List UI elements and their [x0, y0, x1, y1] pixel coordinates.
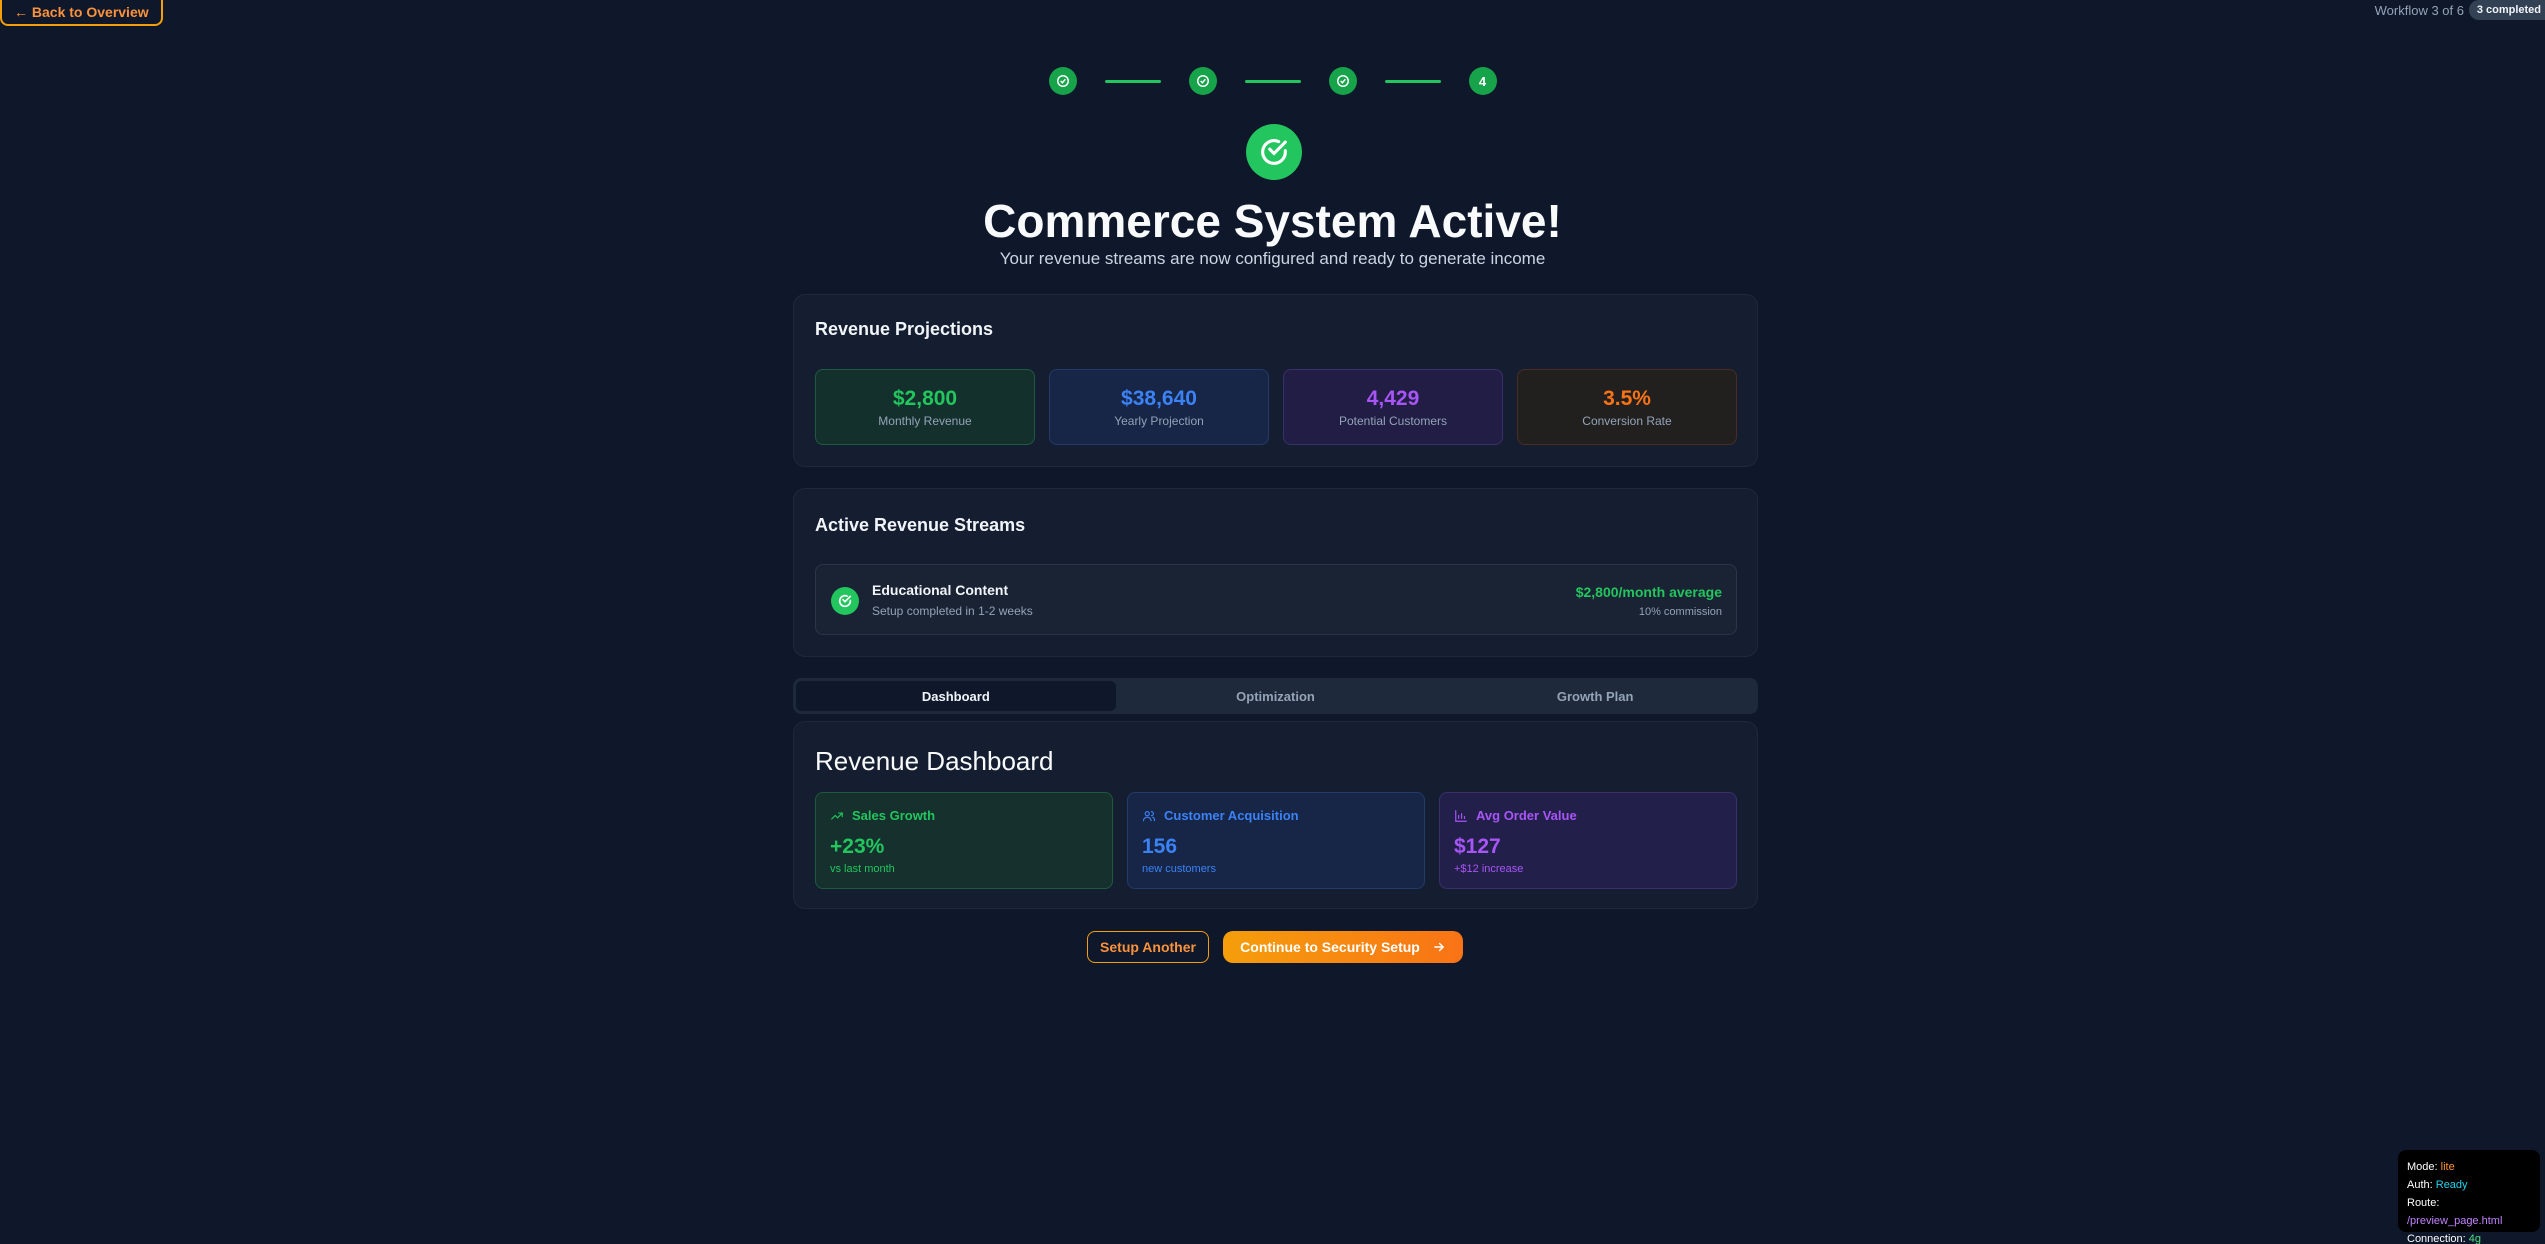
customer-acquisition-card: Customer Acquisition 156 new customers: [1127, 792, 1425, 889]
users-icon: [1142, 810, 1156, 821]
completed-badge: 3 completed: [2468, 0, 2545, 20]
trending-up-icon: [831, 812, 843, 819]
dashboard-tabs: Dashboard Optimization Growth Plan: [793, 678, 1758, 714]
card-heading: Sales Growth: [830, 808, 935, 823]
check-circle-icon: [1336, 75, 1349, 87]
card-subtext: vs last month: [830, 863, 895, 875]
step-connector: [1104, 79, 1161, 83]
tab-optimization[interactable]: Optimization: [1116, 681, 1436, 711]
card-subtext: new customers: [1142, 863, 1216, 875]
step-3-complete: [1328, 67, 1357, 95]
tab-dashboard[interactable]: Dashboard: [796, 681, 1116, 711]
card-subtext: +$12 increase: [1454, 863, 1524, 875]
step-connector: [1244, 79, 1301, 83]
setup-another-button[interactable]: Setup Another: [1087, 931, 1209, 963]
arrow-right-icon: [1434, 942, 1444, 952]
stream-amount: $2,800/month average: [1575, 584, 1722, 600]
metric-value: $38,640: [1121, 387, 1197, 410]
debug-status-panel: Mode: lite Auth: Ready Route: /preview_p…: [2398, 1150, 2540, 1244]
workflow-stepper: 4: [0, 67, 2545, 95]
active-revenue-streams-card: Active Revenue Streams Educational Conte…: [793, 488, 1758, 657]
card-value: +23%: [830, 835, 885, 858]
stream-commission: 10% commission: [1638, 606, 1722, 618]
revenue-projections-card: Revenue Projections $2,800 Monthly Reven…: [793, 294, 1758, 467]
stream-setup-time: Setup completed in 1-2 weeks: [872, 604, 1033, 618]
metric-monthly-revenue: $2,800 Monthly Revenue: [815, 369, 1035, 445]
back-to-overview-button[interactable]: ← Back to Overview: [0, 0, 163, 26]
card-heading: Customer Acquisition: [1142, 808, 1299, 823]
card-heading: Avg Order Value: [1454, 808, 1577, 823]
metric-potential-customers: 4,429 Potential Customers: [1283, 369, 1503, 445]
bar-chart-icon: [1455, 809, 1467, 822]
debug-mode-row: Mode: lite: [2407, 1161, 2455, 1173]
check-circle-icon: [1196, 75, 1209, 87]
success-check-icon: [1246, 124, 1302, 180]
metric-value: $2,800: [892, 387, 958, 410]
card-heading-label: Customer Acquisition: [1164, 808, 1299, 823]
metric-conversion-rate: 3.5% Conversion Rate: [1517, 369, 1737, 445]
card-value: $127: [1454, 835, 1501, 858]
avg-order-value-card: Avg Order Value $127 +$12 increase: [1439, 792, 1737, 889]
card-heading-label: Sales Growth: [852, 808, 936, 823]
metric-label: Conversion Rate: [1582, 414, 1672, 428]
debug-route-value: /preview_page.html: [2407, 1215, 2503, 1227]
metric-label: Monthly Revenue: [878, 414, 972, 428]
debug-auth-row: Auth: Ready: [2407, 1179, 2468, 1191]
revenue-stream-item: Educational Content Setup completed in 1…: [815, 564, 1737, 635]
dashboard-title: Revenue Dashboard: [815, 746, 1054, 776]
step-connector: [1384, 79, 1441, 83]
stream-name: Educational Content: [872, 582, 1009, 598]
tab-growth-plan[interactable]: Growth Plan: [1435, 681, 1755, 711]
debug-auth-value: Ready: [2435, 1179, 2468, 1191]
page-subtitle: Your revenue streams are now configured …: [999, 249, 1546, 268]
metric-label: Yearly Projection: [1114, 414, 1204, 428]
continue-security-setup-button[interactable]: Continue to Security Setup: [1223, 931, 1463, 963]
step-4-current: 4: [1468, 67, 1497, 95]
debug-route-row: Route: /preview_page.html: [2407, 1197, 2503, 1227]
section-title: Revenue Projections: [815, 319, 994, 339]
debug-connection-value: 4g: [2468, 1233, 2482, 1244]
debug-mode-value: lite: [2440, 1161, 2455, 1173]
metric-value: 3.5%: [1603, 387, 1651, 410]
sales-growth-card: Sales Growth +23% vs last month: [815, 792, 1113, 889]
step-1-complete: [1048, 67, 1077, 95]
metric-label: Potential Customers: [1338, 414, 1448, 428]
revenue-dashboard-card: Revenue Dashboard Sales Growth +23% vs l…: [793, 721, 1758, 909]
page-title: Commerce System Active!: [983, 195, 1562, 247]
card-heading-label: Avg Order Value: [1476, 808, 1577, 823]
step-2-complete: [1188, 67, 1217, 95]
section-title: Active Revenue Streams: [815, 515, 1026, 535]
debug-connection-row: Connection: 4g: [2407, 1233, 2482, 1244]
continue-button-label: Continue to Security Setup: [1240, 939, 1420, 955]
workflow-progress-label: Workflow 3 of 6: [2374, 3, 2464, 18]
card-value: 156: [1142, 835, 1178, 858]
check-circle-icon: [1056, 75, 1069, 87]
check-circle-icon: [831, 587, 859, 615]
metric-value: 4,429: [1366, 387, 1420, 410]
metric-yearly-projection: $38,640 Yearly Projection: [1049, 369, 1269, 445]
